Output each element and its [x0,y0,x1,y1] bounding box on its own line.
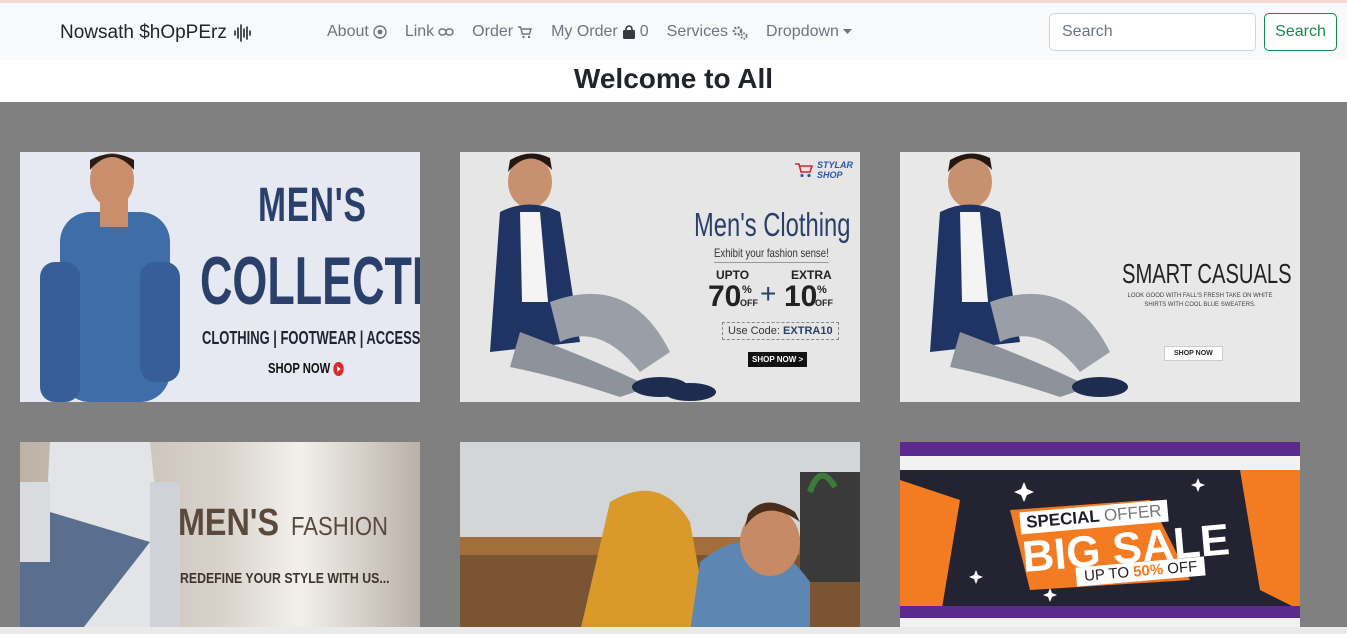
banner-smart-casuals[interactable]: SMART CASUALS LOOK GOOD WITH FALL'S FRES… [900,152,1300,402]
banner-mens-collection[interactable]: MEN'S COLLECTION CLOTHING | FOOTWEAR | A… [20,152,420,402]
sale-topbar [900,442,1300,456]
nav-dropdown[interactable]: Dropdown [766,23,852,41]
plus-sign: + [760,278,777,309]
shop-now-label: SHOP NOW [268,360,331,377]
title-smart-casuals: SMART CASUALS [1122,258,1292,289]
sale-menubar [900,456,1300,470]
gears-icon [732,25,748,40]
nav-my-order[interactable]: My Order 0 [551,23,649,41]
cart-logo-icon [795,163,814,178]
caret-down-icon [842,29,852,34]
banner-folding-shirt[interactable] [460,442,860,632]
discount-70: 70 [708,280,742,313]
nav-services[interactable]: Services [667,23,748,41]
order-count: 0 [639,23,649,40]
discount-70-off: OFF [740,298,758,308]
banner-big-sale[interactable]: SPECIAL OFFER BIG SALE UP TO 50% OFF [900,442,1300,632]
title-mens-clothing: Men's Clothing [694,206,851,243]
search-input[interactable] [1049,13,1256,51]
shop-now-button-casuals[interactable]: SHOP NOW [1164,346,1223,361]
upto-label-sale: UP TO [1083,564,1130,585]
discount-10-off: OFF [815,298,833,308]
bag-icon [622,24,635,39]
model-sitting-casual [930,153,1128,397]
heading-collection: COLLECTION [200,243,420,319]
model-sitting-navy [490,153,716,401]
off-label-sale: OFF [1166,558,1198,578]
discount-70-percent: % [742,284,752,296]
heading-mens-fashion-bold: MEN'S [178,502,280,544]
brand-text: Nowsath $hOpPErz [60,22,227,43]
stylar-logo-text: STYLAR SHOP [817,160,853,180]
heading-mens-fashion: MEN'S FASHION [178,502,405,545]
welcome-header: Welcome to All [0,60,1347,102]
model-denim-shirt [40,153,180,402]
brand[interactable]: Nowsath $hOpPErz [60,22,251,44]
nav-link[interactable]: Link [405,23,454,41]
mens-fashion-tagline: REDEFINE YOUR STYLE WITH US... [180,570,390,587]
model-raglan-shirt [20,442,180,632]
coupon-label: Use Code: [728,325,780,337]
nav-about-label: About [327,23,369,40]
sale-footer-bar [900,606,1300,618]
soundwave-icon [234,24,251,42]
discount-10: 10 [784,280,818,313]
navbar: Nowsath $hOpPErz About Link Order My Ord… [0,3,1347,60]
nav-about[interactable]: About [327,23,387,41]
nav-order[interactable]: Order [472,23,533,41]
shop-now-button[interactable]: SHOP NOW > [748,352,808,367]
play-icon [333,361,344,376]
tagline-fashion: Exhibit your fashion sense! [714,246,829,263]
stylar-logo: STYLAR SHOP [794,160,857,180]
man-folding-shirt [460,442,860,632]
horizontal-scrollbar[interactable] [0,627,1347,634]
heading-mens: MEN'S [258,179,367,232]
discount-10-percent: % [817,284,827,296]
coupon-box: Use Code: EXTRA10 [722,322,839,340]
welcome-title: Welcome to All [573,63,774,94]
nav-order-label: Order [472,23,514,40]
coupon-code: EXTRA10 [783,325,833,337]
banner-mens-fashion[interactable]: MEN'S FASHION REDEFINE YOUR STYLE WITH U… [20,442,420,632]
nav-services-label: Services [666,23,729,40]
search-button[interactable]: Search [1264,13,1337,51]
link-icon [438,28,454,36]
heading-mens-fashion-suffix: FASHION [291,511,389,541]
nav-dropdown-label: Dropdown [766,23,839,40]
nav-link-label: Link [404,23,435,40]
shop-now-link[interactable]: SHOP NOW [268,360,344,377]
banner-mens-clothing[interactable]: STYLAR SHOP Men's Clothing Exhibit your … [460,152,860,402]
smart-casuals-sub: LOOK GOOD WITH FALL'S FRESH TAKE ON WHIT… [1127,293,1273,308]
fifty-percent: 50% [1132,561,1164,581]
nav-my-order-label: My Order [551,23,618,40]
cart-icon [518,26,533,39]
nav-links: About Link Order My Order 0 Services Dro… [327,23,852,41]
compass-icon [373,25,387,39]
banner-categories: CLOTHING | FOOTWEAR | ACCESSORIES [202,328,420,348]
